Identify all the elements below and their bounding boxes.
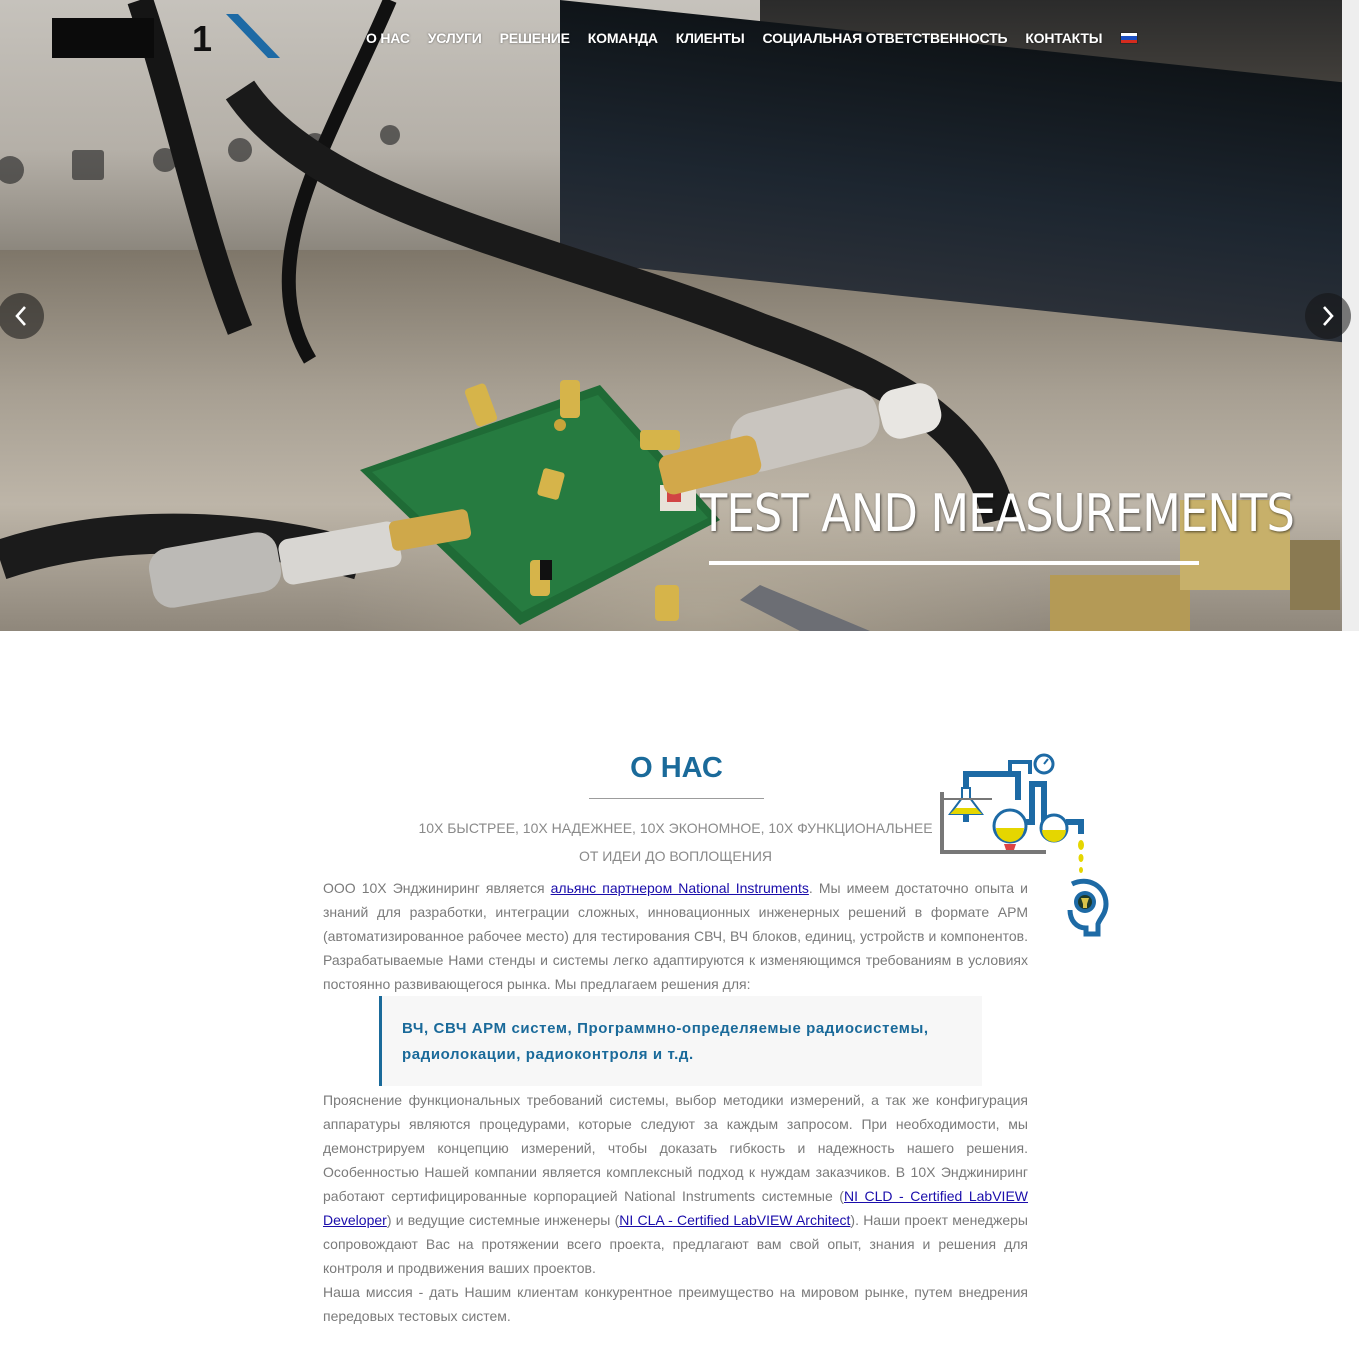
nav-item-about[interactable]: О НАС — [366, 30, 410, 46]
about-title-divider — [589, 798, 764, 799]
site-logo[interactable]: 1 — [40, 10, 290, 70]
about-subtitle-1: 10X БЫСТРЕЕ, 10X НАДЕЖНЕЕ, 10X ЭКОНОМНОЕ… — [323, 820, 1028, 836]
chevron-left-icon — [15, 306, 26, 326]
about-p2-text-2: ) и ведущие системные инженеры ( — [386, 1212, 620, 1228]
slider-next-button[interactable] — [1305, 293, 1351, 339]
nav-item-contacts[interactable]: КОНТАКТЫ — [1025, 30, 1102, 46]
about-p1-text-start: ООО 10Х Энджиниринг является — [323, 880, 551, 896]
ni-cla-link[interactable]: NI CLA - Certified LabVIEW Architect — [619, 1212, 850, 1228]
logo-block — [52, 18, 154, 58]
about-title: О НАС — [630, 752, 723, 784]
hero-title: TEST AND MEASUREMENTS — [700, 484, 1295, 544]
about-p1-text-end: . Мы имеем достаточно опыта и знаний для… — [323, 880, 1028, 992]
about-paragraph-1: ООО 10Х Энджиниринг является альянс парт… — [323, 876, 1028, 996]
logo-text: 1 — [192, 18, 213, 59]
nav-item-clients[interactable]: КЛИЕНТЫ — [676, 30, 745, 46]
about-subtitle-1-text: 10X БЫСТРЕЕ, 10X НАДЕЖНЕЕ, 10X ЭКОНОМНОЕ… — [418, 820, 933, 836]
chevron-right-icon — [1323, 306, 1334, 326]
nav-item-solution[interactable]: РЕШЕНИЕ — [500, 30, 570, 46]
hero-slider: TEST AND MEASUREMENTS — [0, 0, 1359, 631]
ni-alliance-partner-link[interactable]: альянс партнером National Instruments — [551, 880, 809, 896]
nav-item-social-responsibility[interactable]: СОЦИАЛЬНАЯ ОТВЕТСТВЕННОСТЬ — [763, 30, 1008, 46]
about-paragraph-2: Прояснение функциональных требований сис… — [323, 1088, 1028, 1280]
ru-flag-icon[interactable] — [1120, 32, 1139, 44]
hero-title-underline — [709, 561, 1199, 565]
slider-prev-button[interactable] — [0, 293, 44, 339]
logo-slash-icon — [226, 14, 280, 58]
nav-item-team[interactable]: КОМАНДА — [588, 30, 658, 46]
nav-item-services[interactable]: УСЛУГИ — [428, 30, 482, 46]
solutions-blockquote: ВЧ, СВЧ АРМ систем, Программно-определяе… — [379, 996, 982, 1086]
main-nav: О НАС УСЛУГИ РЕШЕНИЕ КОМАНДА КЛИЕНТЫ СОЦ… — [366, 30, 1139, 46]
about-subtitle-2: ОТ ИДЕИ ДО ВОПЛОЩЕНИЯ — [578, 848, 773, 864]
about-mission-paragraph: Наша миссия - дать Нашим клиентам конкур… — [323, 1284, 1028, 1324]
